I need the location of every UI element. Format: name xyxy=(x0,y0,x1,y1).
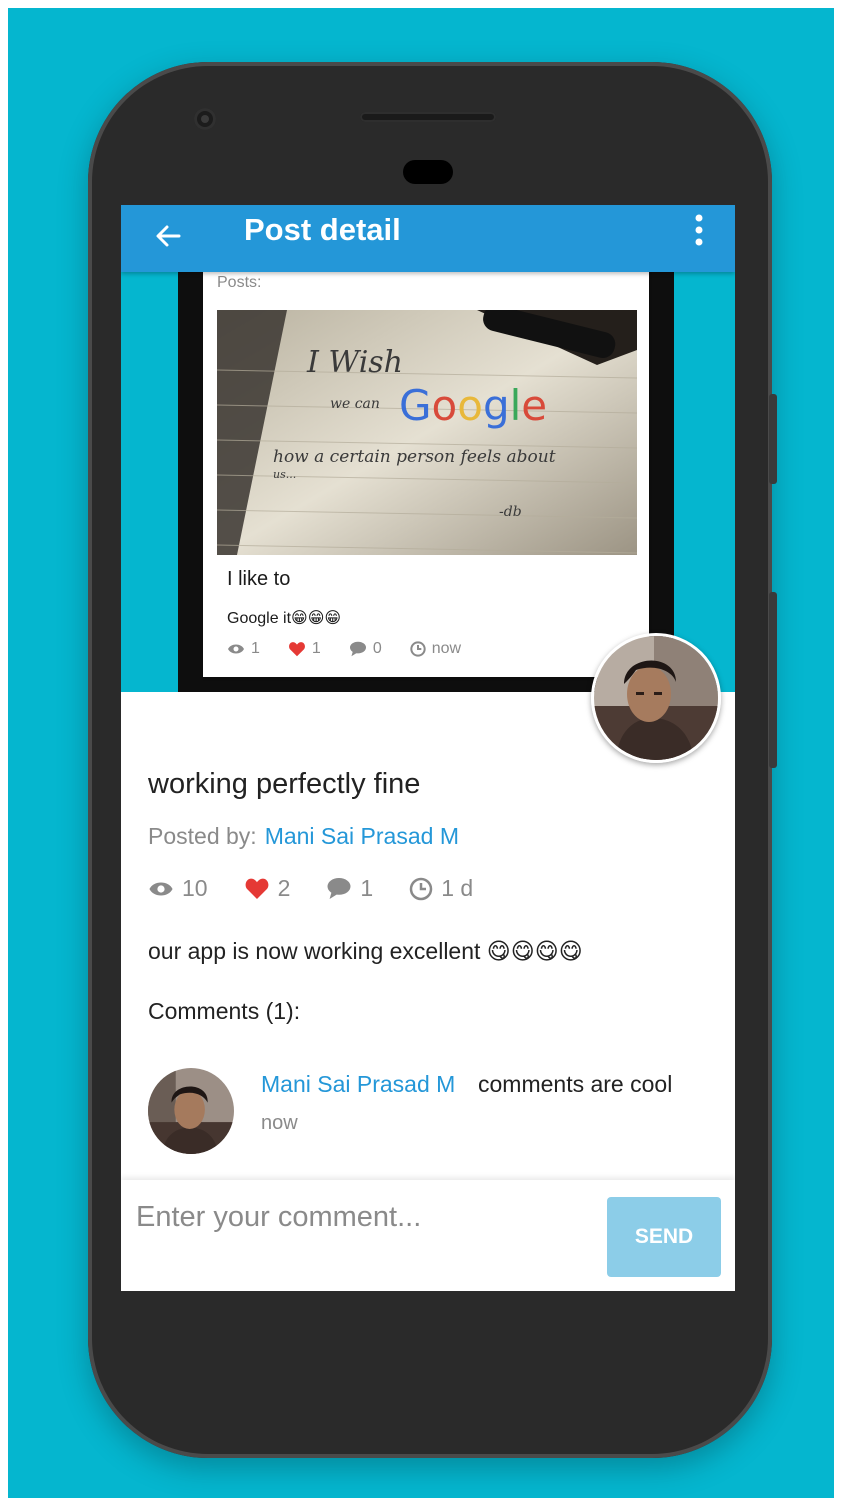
screen: Post detail Posts: I Wish we can Google … xyxy=(121,205,735,1291)
views-count: 10 xyxy=(182,875,208,901)
preview-time: now xyxy=(431,640,462,657)
preview-card-stats: 1 1 0 now xyxy=(227,640,489,658)
preview-card: Posts: I Wish we can Google how a certai… xyxy=(203,272,649,677)
note-text-i-wish: I Wish xyxy=(306,345,403,380)
comment-avatar[interactable] xyxy=(148,1068,234,1154)
clock-icon xyxy=(409,877,433,900)
earpiece xyxy=(403,160,453,184)
note-text-google: Google xyxy=(399,381,547,430)
preview-card-title: I like to xyxy=(227,568,291,590)
comment-input[interactable] xyxy=(134,1196,598,1238)
clock-icon xyxy=(410,641,426,657)
likes-count: 2 xyxy=(277,875,291,901)
post-title: working perfectly fine xyxy=(148,768,421,800)
post-body-emojis: 😋😋😋😋 xyxy=(486,938,583,964)
eye-icon xyxy=(228,644,244,654)
author-avatar[interactable] xyxy=(591,633,721,763)
app-bar: Post detail xyxy=(121,205,735,272)
eye-icon xyxy=(149,882,173,895)
posted-by: Posted by: Mani Sai Prasad M xyxy=(148,823,459,850)
note-text-we-can: we can xyxy=(330,396,380,412)
post-time: 1 d xyxy=(441,875,474,901)
note-text-us: us... xyxy=(273,468,296,481)
comments-heading: Comments (1): xyxy=(148,998,301,1024)
comment-composer: SEND xyxy=(121,1180,735,1291)
top-speaker xyxy=(360,112,496,122)
back-arrow-icon[interactable] xyxy=(149,215,189,255)
posted-by-label: Posted by: xyxy=(148,823,257,849)
heart-icon xyxy=(288,642,305,657)
note-text-how: how a certain person feels about xyxy=(273,447,556,467)
preview-posts-label: Posts: xyxy=(217,274,262,291)
front-camera xyxy=(194,108,216,130)
preview-likes-count: 1 xyxy=(311,640,321,657)
volume-button xyxy=(769,394,777,484)
heart-icon[interactable] xyxy=(244,877,270,900)
comment-time: now xyxy=(261,1112,298,1134)
send-button[interactable]: SEND xyxy=(607,1197,721,1277)
power-button xyxy=(769,592,777,768)
page-title: Post detail xyxy=(244,212,401,247)
post-stats: 10 2 1 1 d xyxy=(148,875,509,902)
comment-bubble-icon xyxy=(327,878,351,899)
preview-views-count: 1 xyxy=(251,640,260,657)
more-options-icon[interactable] xyxy=(687,211,711,249)
author-link[interactable]: Mani Sai Prasad M xyxy=(265,823,459,849)
preview-card-body: Google it😁😁😁 xyxy=(227,610,342,627)
comments-count: 1 xyxy=(360,875,374,901)
comment-bubble-icon xyxy=(349,641,366,657)
preview-comments-count: 0 xyxy=(372,640,382,657)
comment-text: comments are cool xyxy=(478,1071,673,1097)
post-body: our app is now working excellent 😋😋😋😋 xyxy=(148,938,583,965)
comment-author-link[interactable]: Mani Sai Prasad M xyxy=(261,1071,455,1098)
google-note-photo: I Wish we can Google how a certain perso… xyxy=(217,310,637,555)
note-text-signature: -db xyxy=(499,504,522,520)
post-body-text: our app is now working excellent xyxy=(148,938,481,964)
